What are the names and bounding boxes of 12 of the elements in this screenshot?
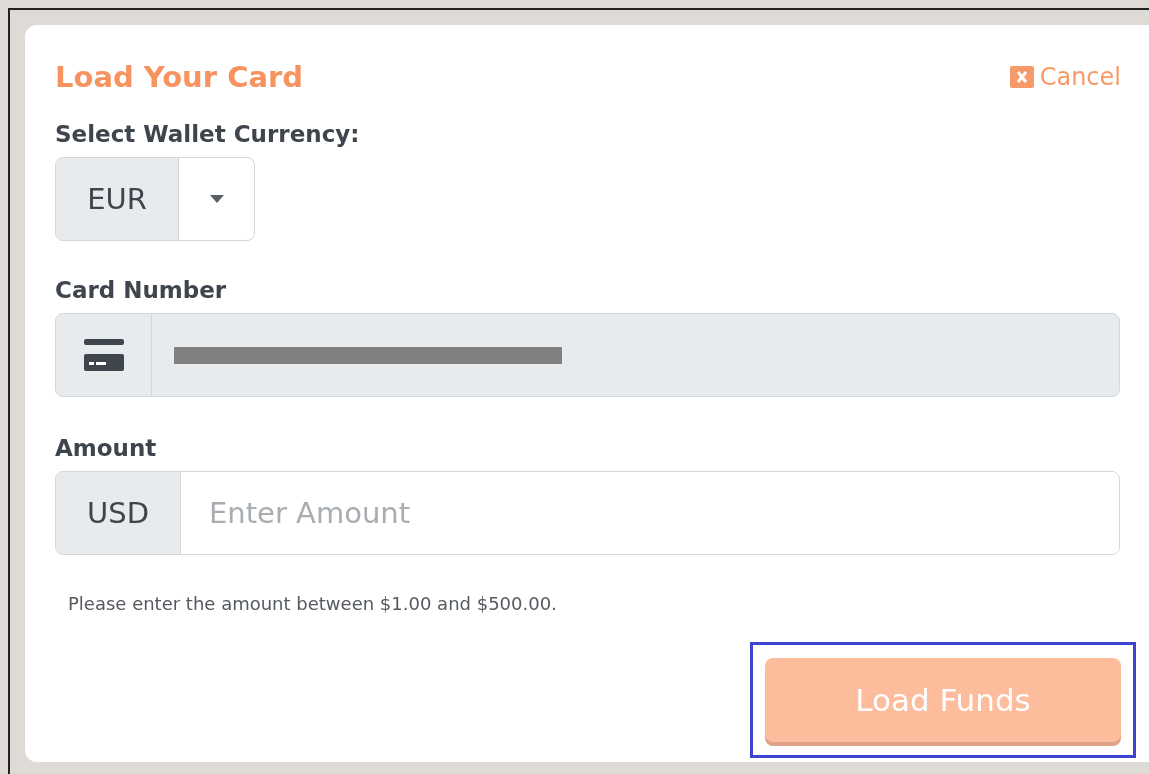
amount-field[interactable]: USD Enter Amount: [55, 471, 1120, 555]
field-label: Select Wallet Currency:: [55, 121, 361, 147]
help-text: Please enter the amount between $1.00 and $500.00.: [68, 593, 558, 614]
caret-icon: [209, 195, 224, 203]
credit-card-icon: [83, 339, 124, 371]
dialog-title: Load Your Card: [55, 60, 304, 94]
close-icon: [1009, 66, 1034, 88]
field-label: Card Number: [55, 277, 228, 303]
currency-select[interactable]: EUR: [55, 157, 255, 241]
currency-value: EUR: [56, 158, 179, 240]
currency-prefix: USD: [56, 472, 181, 554]
field-label: Amount: [55, 435, 158, 461]
